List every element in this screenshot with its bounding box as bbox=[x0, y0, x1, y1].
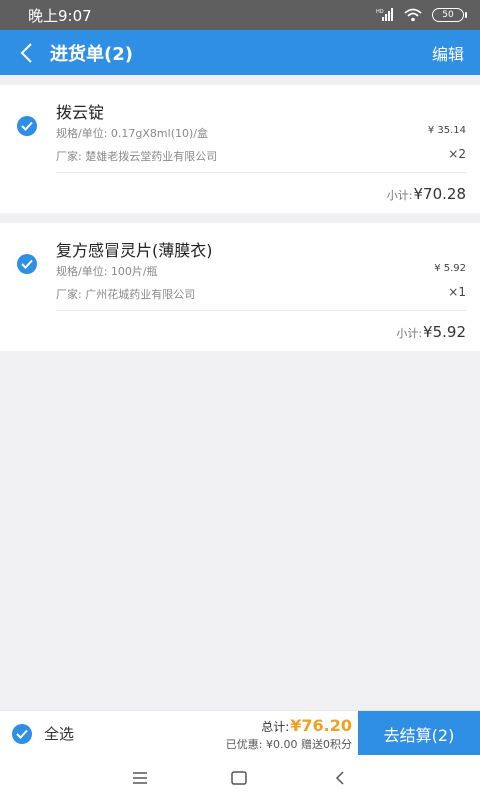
item-subtotal: 小计: ¥70.28 bbox=[387, 185, 466, 203]
check-icon bbox=[21, 121, 33, 131]
item-subtotal: 小计: ¥5.92 bbox=[396, 323, 466, 341]
total-line: 总计:¥76.20 bbox=[226, 716, 352, 735]
select-all-label: 全选 bbox=[44, 725, 75, 743]
menu-icon bbox=[133, 772, 147, 784]
item-manufacturer: 厂家: 楚雄老拨云堂药业有限公司 bbox=[56, 150, 218, 163]
cart-item: 拨云锭 规格/单位: 0.17gX8ml(10)/盒 厂家: 楚雄老拨云堂药业有… bbox=[0, 85, 480, 213]
divider bbox=[56, 172, 466, 173]
edit-button[interactable]: 编辑 bbox=[432, 41, 464, 65]
item-quantity: ×1 bbox=[448, 285, 466, 299]
back-button[interactable] bbox=[4, 30, 48, 75]
total-value: ¥76.20 bbox=[290, 716, 352, 735]
signal-icon: HD bbox=[376, 8, 393, 21]
item-spec: 规格/单位: 100片/瓶 bbox=[56, 265, 158, 278]
item-name[interactable]: 拨云锭 bbox=[56, 99, 104, 123]
total-label: 总计: bbox=[261, 720, 290, 734]
back-triangle-icon bbox=[335, 771, 344, 785]
system-nav-bar bbox=[0, 755, 480, 800]
cart-list: 拨云锭 规格/单位: 0.17gX8ml(10)/盒 厂家: 楚雄老拨云堂药业有… bbox=[0, 75, 480, 351]
status-time: 晚上9:07 bbox=[28, 6, 92, 25]
subtotal-value: ¥70.28 bbox=[413, 185, 467, 203]
checkout-button[interactable]: 去结算(2) bbox=[358, 711, 480, 756]
cart-item: 复方感冒灵片(薄膜衣) 规格/单位: 100片/瓶 厂家: 广州花城药业有限公司… bbox=[0, 223, 480, 351]
chevron-left-icon bbox=[20, 42, 32, 63]
wifi-icon bbox=[404, 8, 422, 22]
discount-text: 已优惠: ¥0.00 赠送0积分 bbox=[225, 738, 352, 751]
check-icon bbox=[21, 259, 33, 269]
item-spec: 规格/单位: 0.17gX8ml(10)/盒 bbox=[56, 127, 208, 140]
battery-level: 50 bbox=[442, 10, 454, 20]
battery-icon: 50 bbox=[432, 8, 467, 22]
checkout-bar: 全选 总计:¥76.20 已优惠: ¥0.00 赠送0积分 去结算(2) bbox=[0, 710, 480, 756]
check-icon bbox=[16, 729, 28, 739]
item-quantity: ×2 bbox=[448, 147, 466, 161]
item-checkbox[interactable] bbox=[17, 116, 37, 136]
item-price: ¥ 35.14 bbox=[427, 125, 466, 136]
status-icons: HD 50 bbox=[376, 8, 467, 22]
menu-button[interactable] bbox=[128, 766, 152, 790]
subtotal-label: 小计: bbox=[386, 189, 413, 202]
item-checkbox[interactable] bbox=[17, 254, 37, 274]
item-manufacturer: 厂家: 广州花城药业有限公司 bbox=[56, 288, 196, 301]
order-totals: 总计:¥76.20 已优惠: ¥0.00 赠送0积分 bbox=[226, 716, 352, 752]
select-all-toggle[interactable]: 全选 bbox=[12, 723, 74, 744]
home-button[interactable] bbox=[227, 766, 251, 790]
select-all-checkbox[interactable] bbox=[12, 723, 32, 744]
subtotal-label: 小计: bbox=[396, 327, 423, 340]
page-title: 进货单(2) bbox=[50, 43, 133, 65]
home-square-icon bbox=[231, 771, 247, 785]
app-header: 进货单(2) 编辑 bbox=[0, 30, 480, 75]
status-bar: 晚上9:07 HD 50 bbox=[0, 0, 480, 30]
svg-text:HD: HD bbox=[376, 9, 384, 15]
system-back-button[interactable] bbox=[328, 766, 352, 790]
subtotal-value: ¥5.92 bbox=[423, 323, 466, 341]
item-price: ¥ 5.92 bbox=[434, 263, 466, 274]
divider bbox=[56, 310, 466, 311]
item-name[interactable]: 复方感冒灵片(薄膜衣) bbox=[56, 237, 213, 261]
